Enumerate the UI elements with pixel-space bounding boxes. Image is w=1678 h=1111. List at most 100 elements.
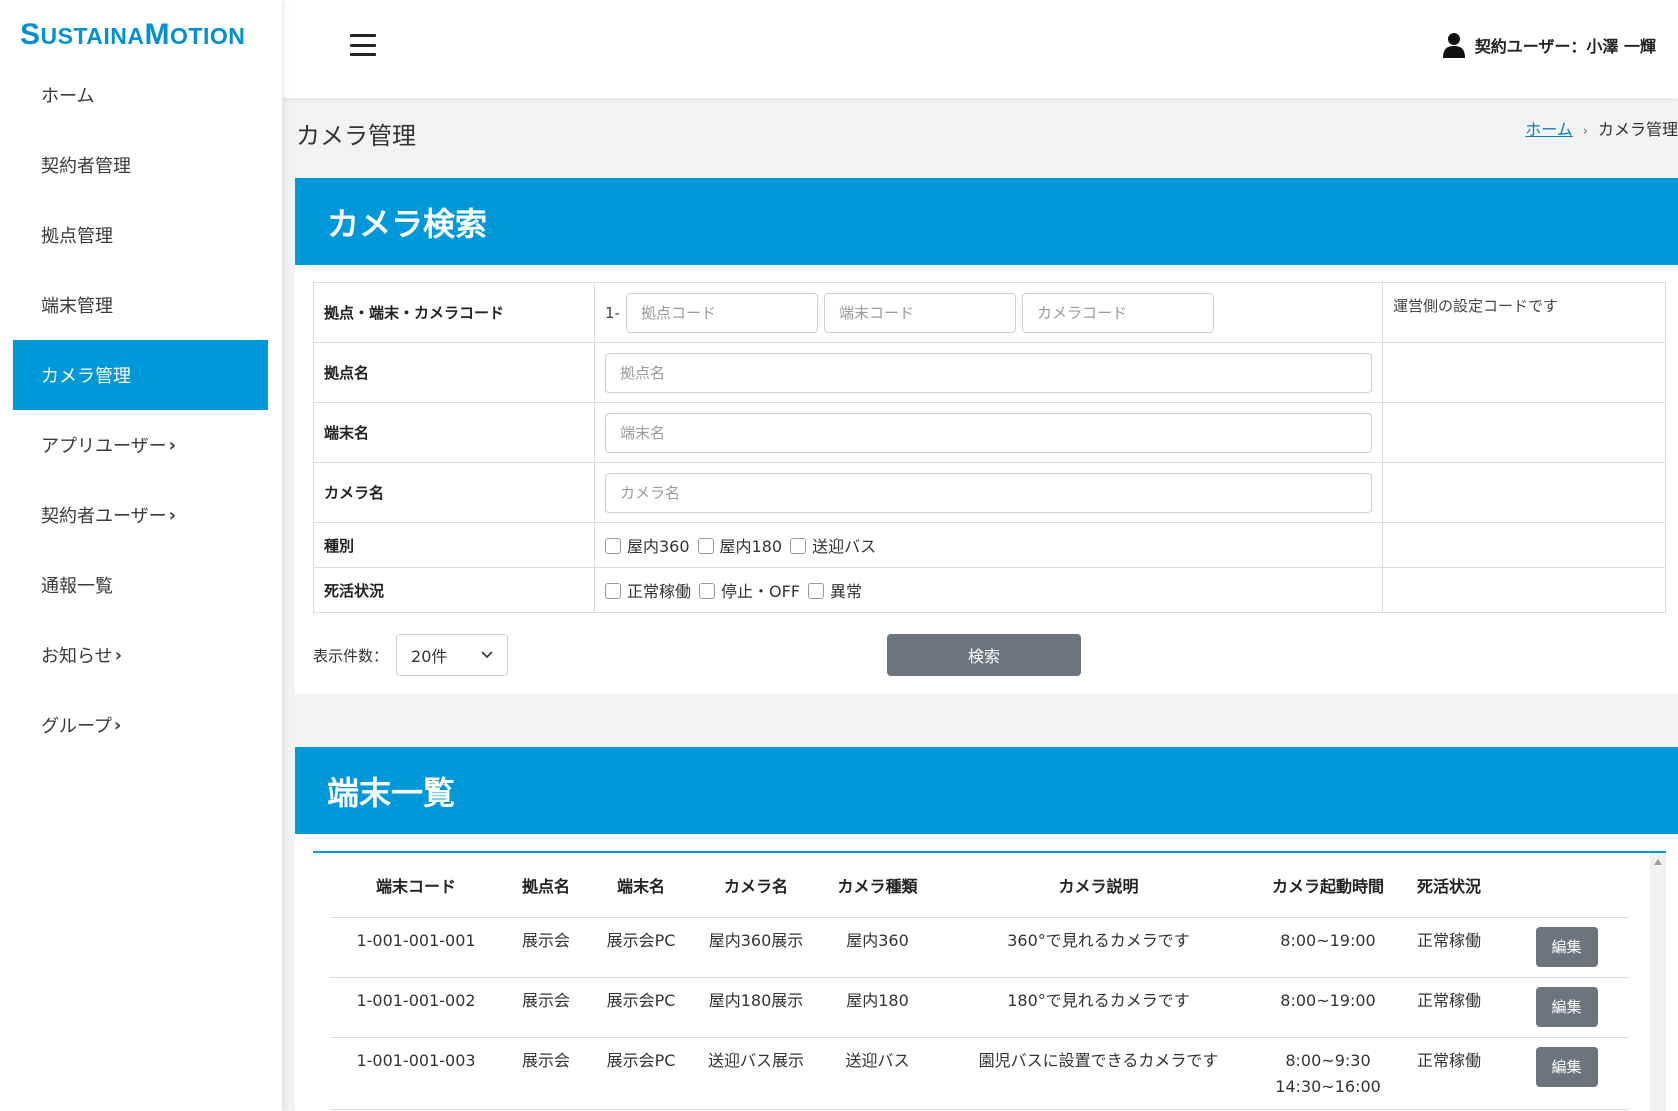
- terminal-name-input[interactable]: [605, 412, 1372, 453]
- checkbox[interactable]: [699, 583, 716, 599]
- breadcrumb: ホーム › カメラ管理: [1525, 116, 1678, 140]
- edit-button[interactable]: 編集: [1535, 986, 1598, 1027]
- status-option-stopped[interactable]: 停止・OFF: [699, 578, 800, 602]
- type-option-indoor360[interactable]: 屋内360: [605, 533, 690, 557]
- hamburger-icon[interactable]: [350, 34, 376, 56]
- checkbox[interactable]: [808, 583, 825, 599]
- cell-time: 8:00~9:30 14:30~16:00: [1262, 1037, 1394, 1110]
- empty-cell: [1382, 342, 1666, 403]
- sidebar-item-label: お知らせ: [41, 646, 113, 667]
- camera-code-input[interactable]: [1021, 292, 1214, 333]
- checkbox[interactable]: [605, 538, 621, 554]
- type-label: 種別: [313, 522, 595, 568]
- chevron-right-icon: ›: [168, 434, 177, 456]
- camera-search-heading: カメラ検索: [295, 178, 1678, 265]
- cell-time: 8:00~19:00: [1262, 917, 1394, 978]
- sidebar-item-home[interactable]: ホーム: [13, 60, 268, 130]
- cell-terminal: 展示会PC: [590, 917, 692, 978]
- sidebar-item-groups[interactable]: グループ ›: [13, 690, 268, 760]
- sidebar-item-contractors[interactable]: 契約者管理: [13, 130, 268, 200]
- logo[interactable]: SUSTAINAMOTION: [20, 18, 245, 52]
- empty-cell: [1382, 567, 1666, 613]
- camera-search-panel: カメラ検索 拠点・端末・カメラコード 1- 運営側の設定コードです 拠点名 端末…: [295, 178, 1678, 694]
- sidebar-item-label: 契約者管理: [41, 156, 131, 177]
- sidebar-item-terminals[interactable]: 端末管理: [13, 270, 268, 340]
- base-code-input[interactable]: [625, 292, 818, 333]
- sidebar-item-reports[interactable]: 通報一覧: [13, 550, 268, 620]
- terminal-name-cell: [594, 402, 1383, 463]
- cell-description: 180°で見れるカメラです: [935, 977, 1262, 1038]
- cell-time: 8:00~19:00: [1262, 977, 1394, 1038]
- chevron-right-icon: ›: [168, 504, 177, 526]
- cell-camera: 屋内360展示: [692, 917, 820, 978]
- cell-camera: 屋内180展示: [692, 977, 820, 1038]
- cell-code: 1-001-001-002: [330, 977, 502, 1038]
- cell-terminal: 展示会PC: [590, 1037, 692, 1110]
- sidebar-item-label: カメラ管理: [41, 366, 131, 387]
- sidebar-nav: ホーム 契約者管理 拠点管理 端末管理 カメラ管理 アプリユーザー › 契約者ユー…: [13, 60, 268, 760]
- checkbox-label: 停止・OFF: [721, 582, 801, 601]
- cell-code: 1-001-001-001: [330, 917, 502, 978]
- sidebar-item-bases[interactable]: 拠点管理: [13, 200, 268, 270]
- empty-cell: [1382, 462, 1666, 523]
- checkbox[interactable]: [790, 538, 807, 554]
- cell-status: 正常稼働: [1394, 977, 1504, 1038]
- terminal-code-input[interactable]: [823, 292, 1016, 333]
- camera-name-input[interactable]: [605, 472, 1372, 513]
- code-inputs-cell: 1-: [594, 282, 1383, 343]
- column-header: カメラ説明: [935, 853, 1262, 918]
- terminal-list-scroll[interactable]: 端末コード 拠点名 端末名 カメラ名 カメラ種類 カメラ説明 カメラ起動時間 死…: [313, 851, 1666, 1111]
- vertical-scrollbar[interactable]: [1650, 853, 1666, 1111]
- cell-status: 正常稼働: [1394, 917, 1504, 978]
- code-label: 拠点・端末・カメラコード: [313, 282, 595, 343]
- cell-actions: 編集: [1504, 917, 1629, 978]
- cell-code: 1-001-001-003: [330, 1037, 502, 1110]
- chevron-down-icon: [481, 651, 493, 659]
- cell-base: 展示会: [502, 977, 590, 1038]
- search-button[interactable]: 検索: [887, 634, 1081, 676]
- user-menu[interactable]: 契約ユーザー：小澤 一輝: [1442, 32, 1656, 58]
- status-label: 死活状況: [313, 567, 595, 613]
- sidebar-item-label: 端末管理: [41, 296, 113, 317]
- checkbox[interactable]: [697, 538, 714, 554]
- sidebar-item-contractor-users[interactable]: 契約者ユーザー ›: [13, 480, 268, 550]
- status-option-error[interactable]: 異常: [808, 578, 862, 602]
- scroll-up-icon[interactable]: [1654, 859, 1662, 865]
- sidebar-item-label: グループ: [41, 716, 112, 737]
- type-options-cell: 屋内360 屋内180 送迎バス: [594, 522, 1383, 568]
- chevron-right-icon: ›: [114, 644, 123, 666]
- sidebar-item-label: 拠点管理: [41, 226, 113, 247]
- checkbox[interactable]: [605, 583, 621, 599]
- chevron-right-icon: ›: [113, 714, 122, 736]
- column-header: [1504, 853, 1629, 918]
- status-options-cell: 正常稼働 停止・OFF 異常: [594, 567, 1383, 613]
- column-header: 拠点名: [502, 853, 590, 918]
- type-option-indoor180[interactable]: 屋内180: [697, 533, 783, 557]
- edit-button[interactable]: 編集: [1535, 1046, 1598, 1087]
- cell-type: 屋内360: [820, 917, 935, 978]
- breadcrumb-separator-icon: ›: [1582, 124, 1588, 139]
- cell-status: 正常稼働: [1394, 1037, 1504, 1110]
- logo-letter: M: [144, 18, 171, 51]
- checkbox-label: 屋内180: [719, 537, 783, 556]
- edit-button[interactable]: 編集: [1535, 926, 1598, 967]
- column-header: カメラ名: [692, 853, 820, 918]
- per-page-select[interactable]: 20件: [396, 634, 509, 676]
- search-form-table: 拠点・端末・カメラコード 1- 運営側の設定コードです 拠点名 端末名 カメラ名: [313, 282, 1666, 613]
- terminal-list-heading: 端末一覧: [295, 747, 1678, 834]
- cell-description: 360°で見れるカメラです: [935, 917, 1262, 978]
- sidebar-item-notices[interactable]: お知らせ ›: [13, 620, 268, 690]
- sidebar-item-label: アプリユーザー: [41, 436, 167, 457]
- column-header: カメラ種類: [820, 853, 935, 918]
- sidebar-item-app-users[interactable]: アプリユーザー ›: [13, 410, 268, 480]
- status-option-normal[interactable]: 正常稼働: [605, 578, 691, 602]
- breadcrumb-home-link[interactable]: ホーム: [1525, 120, 1573, 139]
- cell-type: 送迎バス: [820, 1037, 935, 1110]
- terminal-name-label: 端末名: [313, 402, 595, 463]
- logo-text: OTION: [170, 23, 246, 49]
- empty-cell: [1382, 522, 1666, 568]
- type-option-bus[interactable]: 送迎バス: [790, 533, 876, 557]
- sidebar-item-cameras[interactable]: カメラ管理: [13, 340, 268, 410]
- base-name-input[interactable]: [605, 352, 1372, 393]
- table-row: 1-001-001-001 展示会 展示会PC 屋内360展示 屋内360 36…: [330, 917, 1629, 978]
